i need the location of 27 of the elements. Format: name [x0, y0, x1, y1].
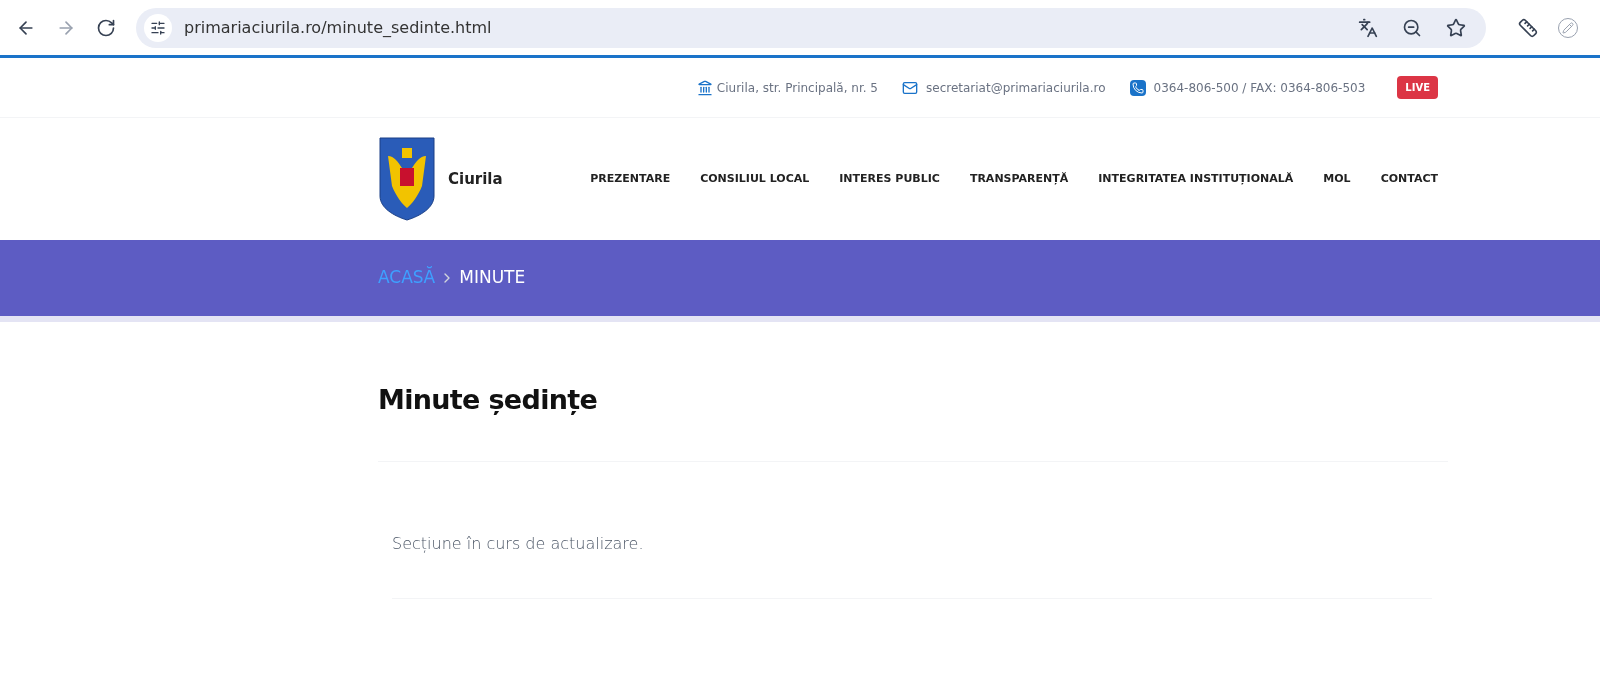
reload-icon[interactable]	[96, 17, 116, 38]
nav-link[interactable]: INTEGRITATEA INSTITUȚIONALĂ	[1098, 170, 1294, 188]
nav-link[interactable]: PREZENTARE	[590, 170, 671, 188]
nav-link[interactable]: CONTACT	[1380, 170, 1438, 188]
site-settings-icon[interactable]	[144, 13, 172, 42]
email-link[interactable]: secretariat@primariaciurila.ro	[926, 78, 1106, 97]
translate-icon[interactable]	[1358, 17, 1378, 38]
mail-icon	[902, 79, 918, 96]
page-title: Minute ședințe	[378, 383, 599, 417]
ruler-icon[interactable]	[1518, 17, 1538, 38]
site-name[interactable]: Ciurila	[448, 167, 503, 191]
nav-link[interactable]: MOL	[1323, 170, 1351, 188]
live-button[interactable]: LIVE	[1397, 76, 1438, 99]
star-icon[interactable]	[1446, 17, 1466, 38]
zoom-out-icon[interactable]	[1402, 17, 1422, 38]
building-icon	[696, 79, 713, 96]
status-message: Secțiune în curs de actualizare.	[392, 532, 645, 555]
phone-text: 0364-806-500 / FAX: 0364-806-503	[1153, 79, 1366, 97]
nav-link[interactable]: INTERES PUBLIC	[839, 170, 940, 188]
address-bar[interactable]: primariaciurila.ro/minute_sedinte.html	[136, 7, 1486, 48]
url-text: primariaciurila.ro/minute_sedinte.html	[184, 16, 493, 39]
address-text: Ciurila, str. Principală, nr. 5	[716, 79, 878, 97]
nav-link[interactable]: TRANSPARENȚĂ	[969, 170, 1069, 188]
nav-link[interactable]: CONSILIUL LOCAL	[700, 170, 810, 188]
coat-of-arms-icon	[378, 136, 436, 222]
breadcrumb-current: MINUTE	[459, 266, 526, 290]
phone-icon	[1129, 79, 1146, 96]
